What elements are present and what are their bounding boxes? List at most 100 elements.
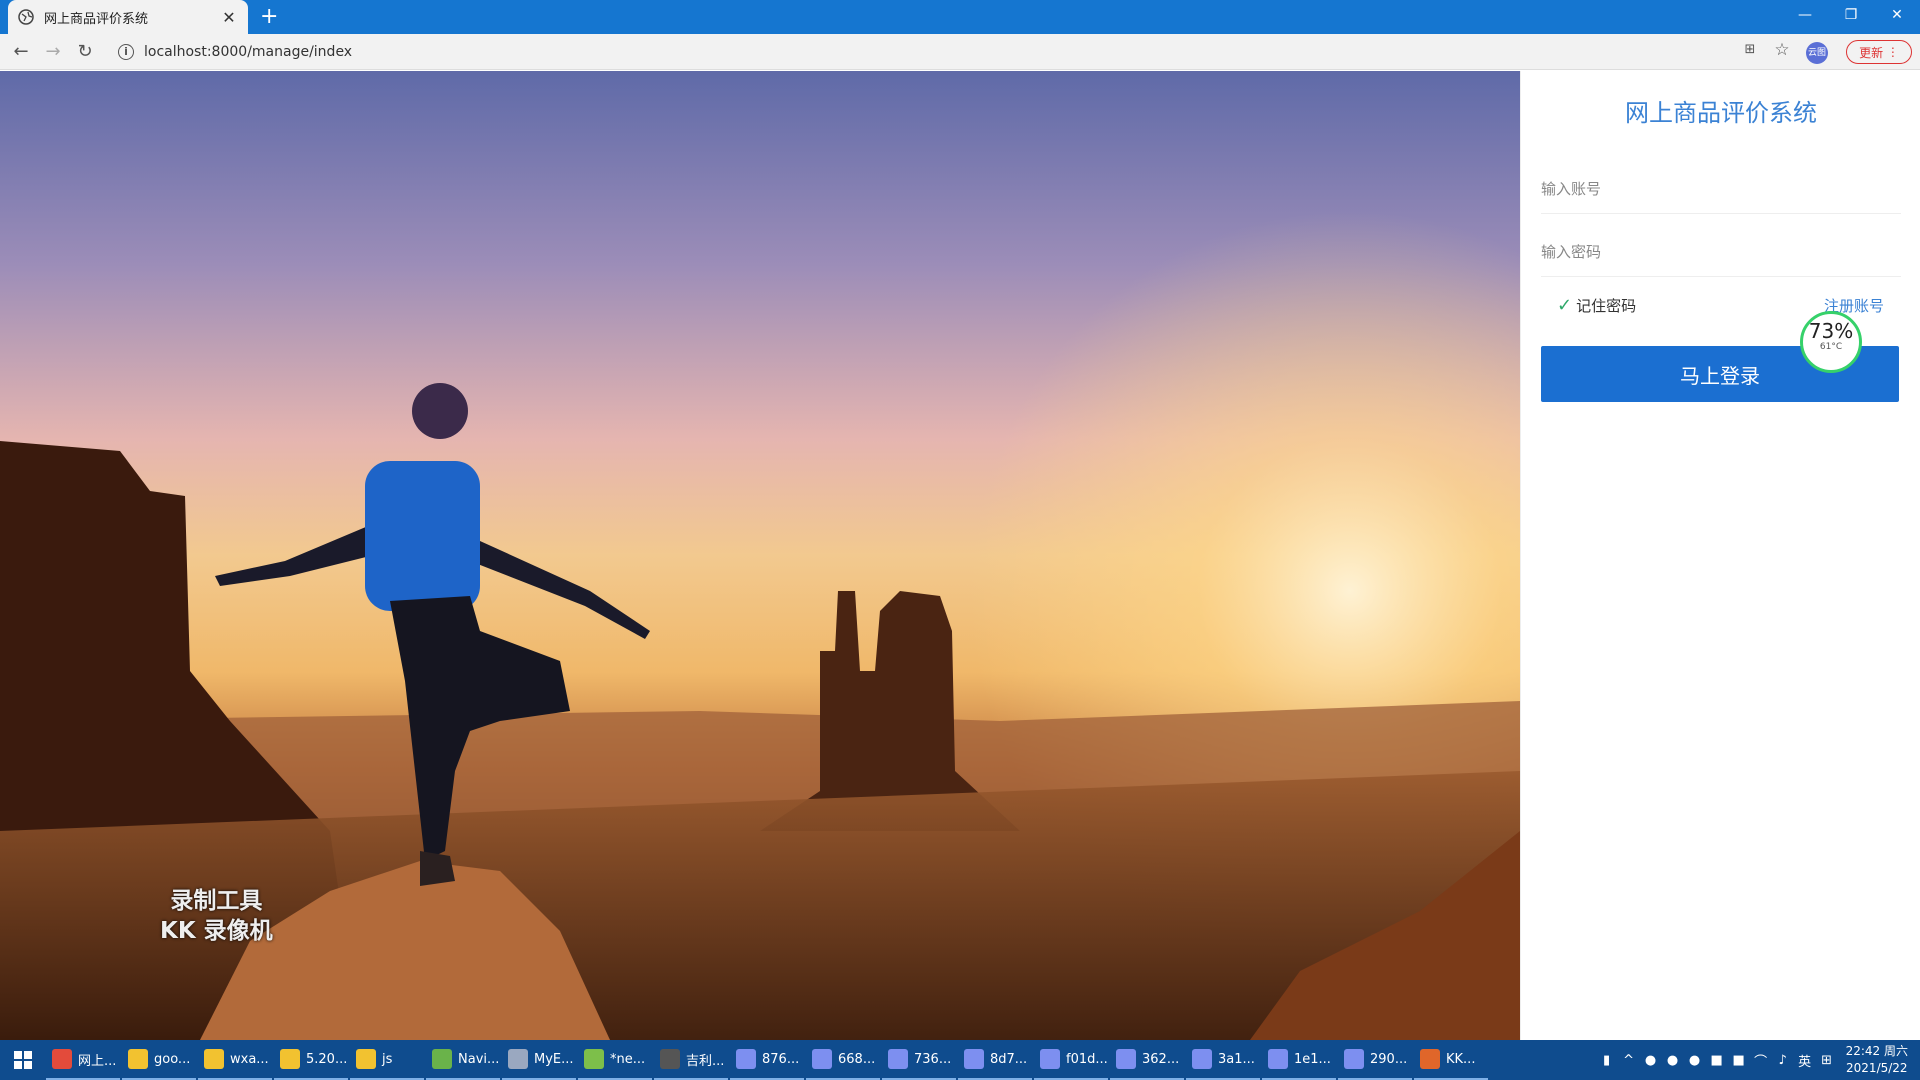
app-icon: [888, 1049, 908, 1069]
cpu-temperature: 61°C: [1819, 342, 1843, 352]
new-tab-button[interactable]: +: [260, 6, 278, 28]
watermark-line1: 录制工具: [170, 888, 263, 914]
app-tray-icon[interactable]: ●: [1640, 1053, 1662, 1068]
taskbar-item-label: wxa...: [230, 1051, 269, 1067]
taskbar-item[interactable]: 290...: [1338, 1040, 1412, 1080]
restore-icon[interactable]: ❐: [1828, 0, 1874, 30]
taskbar-item[interactable]: Navi...: [426, 1040, 500, 1080]
bookmark-star-icon[interactable]: ☆: [1772, 40, 1792, 62]
taskbar-item-label: 3a1...: [1218, 1051, 1255, 1067]
taskbar-item[interactable]: js: [350, 1040, 424, 1080]
password-field: [1541, 227, 1901, 277]
update-button[interactable]: 更新 ⋮: [1846, 40, 1912, 64]
browser-tab[interactable]: 网上商品评价系统 ✕: [8, 0, 248, 34]
url-text: localhost:8000/manage/index: [144, 44, 353, 60]
start-button[interactable]: [0, 1040, 46, 1080]
tab-title: 网上商品评价系统: [44, 11, 149, 27]
app-icon: [432, 1049, 452, 1069]
taskbar-item[interactable]: wxa...: [198, 1040, 272, 1080]
account-input[interactable]: [1541, 164, 1901, 213]
info-icon[interactable]: i: [118, 44, 134, 60]
login-panel: 网上商品评价系统 ✓ 记住密码 注册账号 马上登录 73% 61°C: [1520, 71, 1920, 1040]
translate-icon[interactable]: ⊞: [1740, 42, 1760, 62]
taskbar-item[interactable]: 网上...: [46, 1040, 120, 1080]
clock-date: 2021/5/22: [1846, 1061, 1908, 1075]
app-icon: [1420, 1049, 1440, 1069]
taskbar-item[interactable]: MyE...: [502, 1040, 576, 1080]
app-icon: [736, 1049, 756, 1069]
taskbar-item[interactable]: 736...: [882, 1040, 956, 1080]
system-tray: ▮ ^ ● ● ● ■ ■ ⌒ ♪ 英 ⊞ 22:42 周六 2021/5/22: [1596, 1040, 1920, 1080]
app-tray-icon[interactable]: ■: [1728, 1053, 1750, 1068]
reload-icon[interactable]: ↻: [74, 42, 96, 62]
ime-indicator[interactable]: 英: [1794, 1051, 1816, 1070]
taskbar-item-label: 736...: [914, 1051, 952, 1067]
network-icon[interactable]: ⌒: [1750, 1051, 1772, 1070]
app-tray-icon[interactable]: ■: [1706, 1053, 1728, 1068]
battery-icon[interactable]: ▮: [1596, 1053, 1618, 1068]
app-icon: [204, 1049, 224, 1069]
taskbar-item-label: js: [382, 1051, 393, 1067]
password-input[interactable]: [1541, 227, 1901, 276]
taskbar-item-label: KK...: [1446, 1051, 1476, 1067]
globe-icon: [18, 9, 34, 25]
taskbar-item[interactable]: 5.20...: [274, 1040, 348, 1080]
app-icon: [128, 1049, 148, 1069]
minimize-icon[interactable]: —: [1782, 0, 1828, 30]
app-icon: [660, 1049, 680, 1069]
account-field: [1541, 164, 1901, 214]
taskbar-item[interactable]: 1e1...: [1262, 1040, 1336, 1080]
taskbar-item-label: 876...: [762, 1051, 800, 1067]
checkmark-icon: ✓: [1557, 295, 1573, 316]
volume-icon[interactable]: ♪: [1772, 1053, 1794, 1068]
tray-expand-icon[interactable]: ^: [1618, 1053, 1640, 1068]
close-tab-icon[interactable]: ✕: [220, 8, 238, 27]
taskbar-item[interactable]: 668...: [806, 1040, 880, 1080]
taskbar-item[interactable]: goo...: [122, 1040, 196, 1080]
app-icon: [584, 1049, 604, 1069]
taskbar-item-label: 网上...: [78, 1053, 117, 1069]
taskbar-item[interactable]: 8d7...: [958, 1040, 1032, 1080]
update-label: 更新: [1859, 45, 1884, 60]
taskbar-item[interactable]: 362...: [1110, 1040, 1184, 1080]
hero-image: 录制工具 KK 录像机: [0, 71, 1520, 1040]
back-icon[interactable]: ←: [10, 42, 32, 62]
window-close-icon[interactable]: ✕: [1874, 0, 1920, 30]
taskbar-item[interactable]: 吉利...: [654, 1040, 728, 1080]
taskbar-item[interactable]: f01d...: [1034, 1040, 1108, 1080]
app-icon: [1116, 1049, 1136, 1069]
app-icon: [52, 1049, 72, 1069]
taskbar-item-label: 8d7...: [990, 1051, 1028, 1067]
remember-password-checkbox[interactable]: ✓ 记住密码: [1557, 295, 1636, 316]
windows-logo-icon: [14, 1051, 32, 1069]
taskbar-item-label: 1e1...: [1294, 1051, 1331, 1067]
cpu-percent: 73%: [1808, 319, 1854, 343]
browser-toolbar: ← → ↻ i localhost:8000/manage/index ⊞ ☆ …: [0, 34, 1920, 70]
app-icon: [356, 1049, 376, 1069]
app-icon: [812, 1049, 832, 1069]
recording-watermark: 录制工具 KK 录像机: [160, 886, 273, 946]
profile-avatar[interactable]: 云图: [1806, 42, 1828, 64]
app-icon: [1192, 1049, 1212, 1069]
browser-titlebar: 网上商品评价系统 ✕ + — ❐ ✕: [0, 0, 1920, 34]
remember-label: 记住密码: [1576, 297, 1637, 315]
cpu-usage-widget[interactable]: 73% 61°C: [1800, 311, 1862, 373]
taskbar-item[interactable]: 3a1...: [1186, 1040, 1260, 1080]
taskbar-item[interactable]: *ne...: [578, 1040, 652, 1080]
taskbar-item-label: f01d...: [1066, 1051, 1108, 1067]
taskbar-item[interactable]: 876...: [730, 1040, 804, 1080]
taskbar-item-label: *ne...: [610, 1051, 646, 1067]
app-tray-icon[interactable]: ●: [1684, 1053, 1706, 1068]
app-tray-icon[interactable]: ●: [1662, 1053, 1684, 1068]
app-icon: [1268, 1049, 1288, 1069]
page-title: 网上商品评价系统: [1625, 99, 1817, 127]
app-icon: [1344, 1049, 1364, 1069]
taskbar-item-label: Navi...: [458, 1051, 500, 1067]
keyboard-icon[interactable]: ⊞: [1816, 1053, 1838, 1068]
taskbar-item-label: 668...: [838, 1051, 876, 1067]
taskbar-item-label: 5.20...: [306, 1051, 348, 1067]
address-bar[interactable]: i localhost:8000/manage/index: [108, 38, 1768, 66]
forward-icon[interactable]: →: [42, 42, 64, 62]
clock[interactable]: 22:42 周六 2021/5/22: [1838, 1043, 1920, 1077]
taskbar-item[interactable]: KK...: [1414, 1040, 1488, 1080]
